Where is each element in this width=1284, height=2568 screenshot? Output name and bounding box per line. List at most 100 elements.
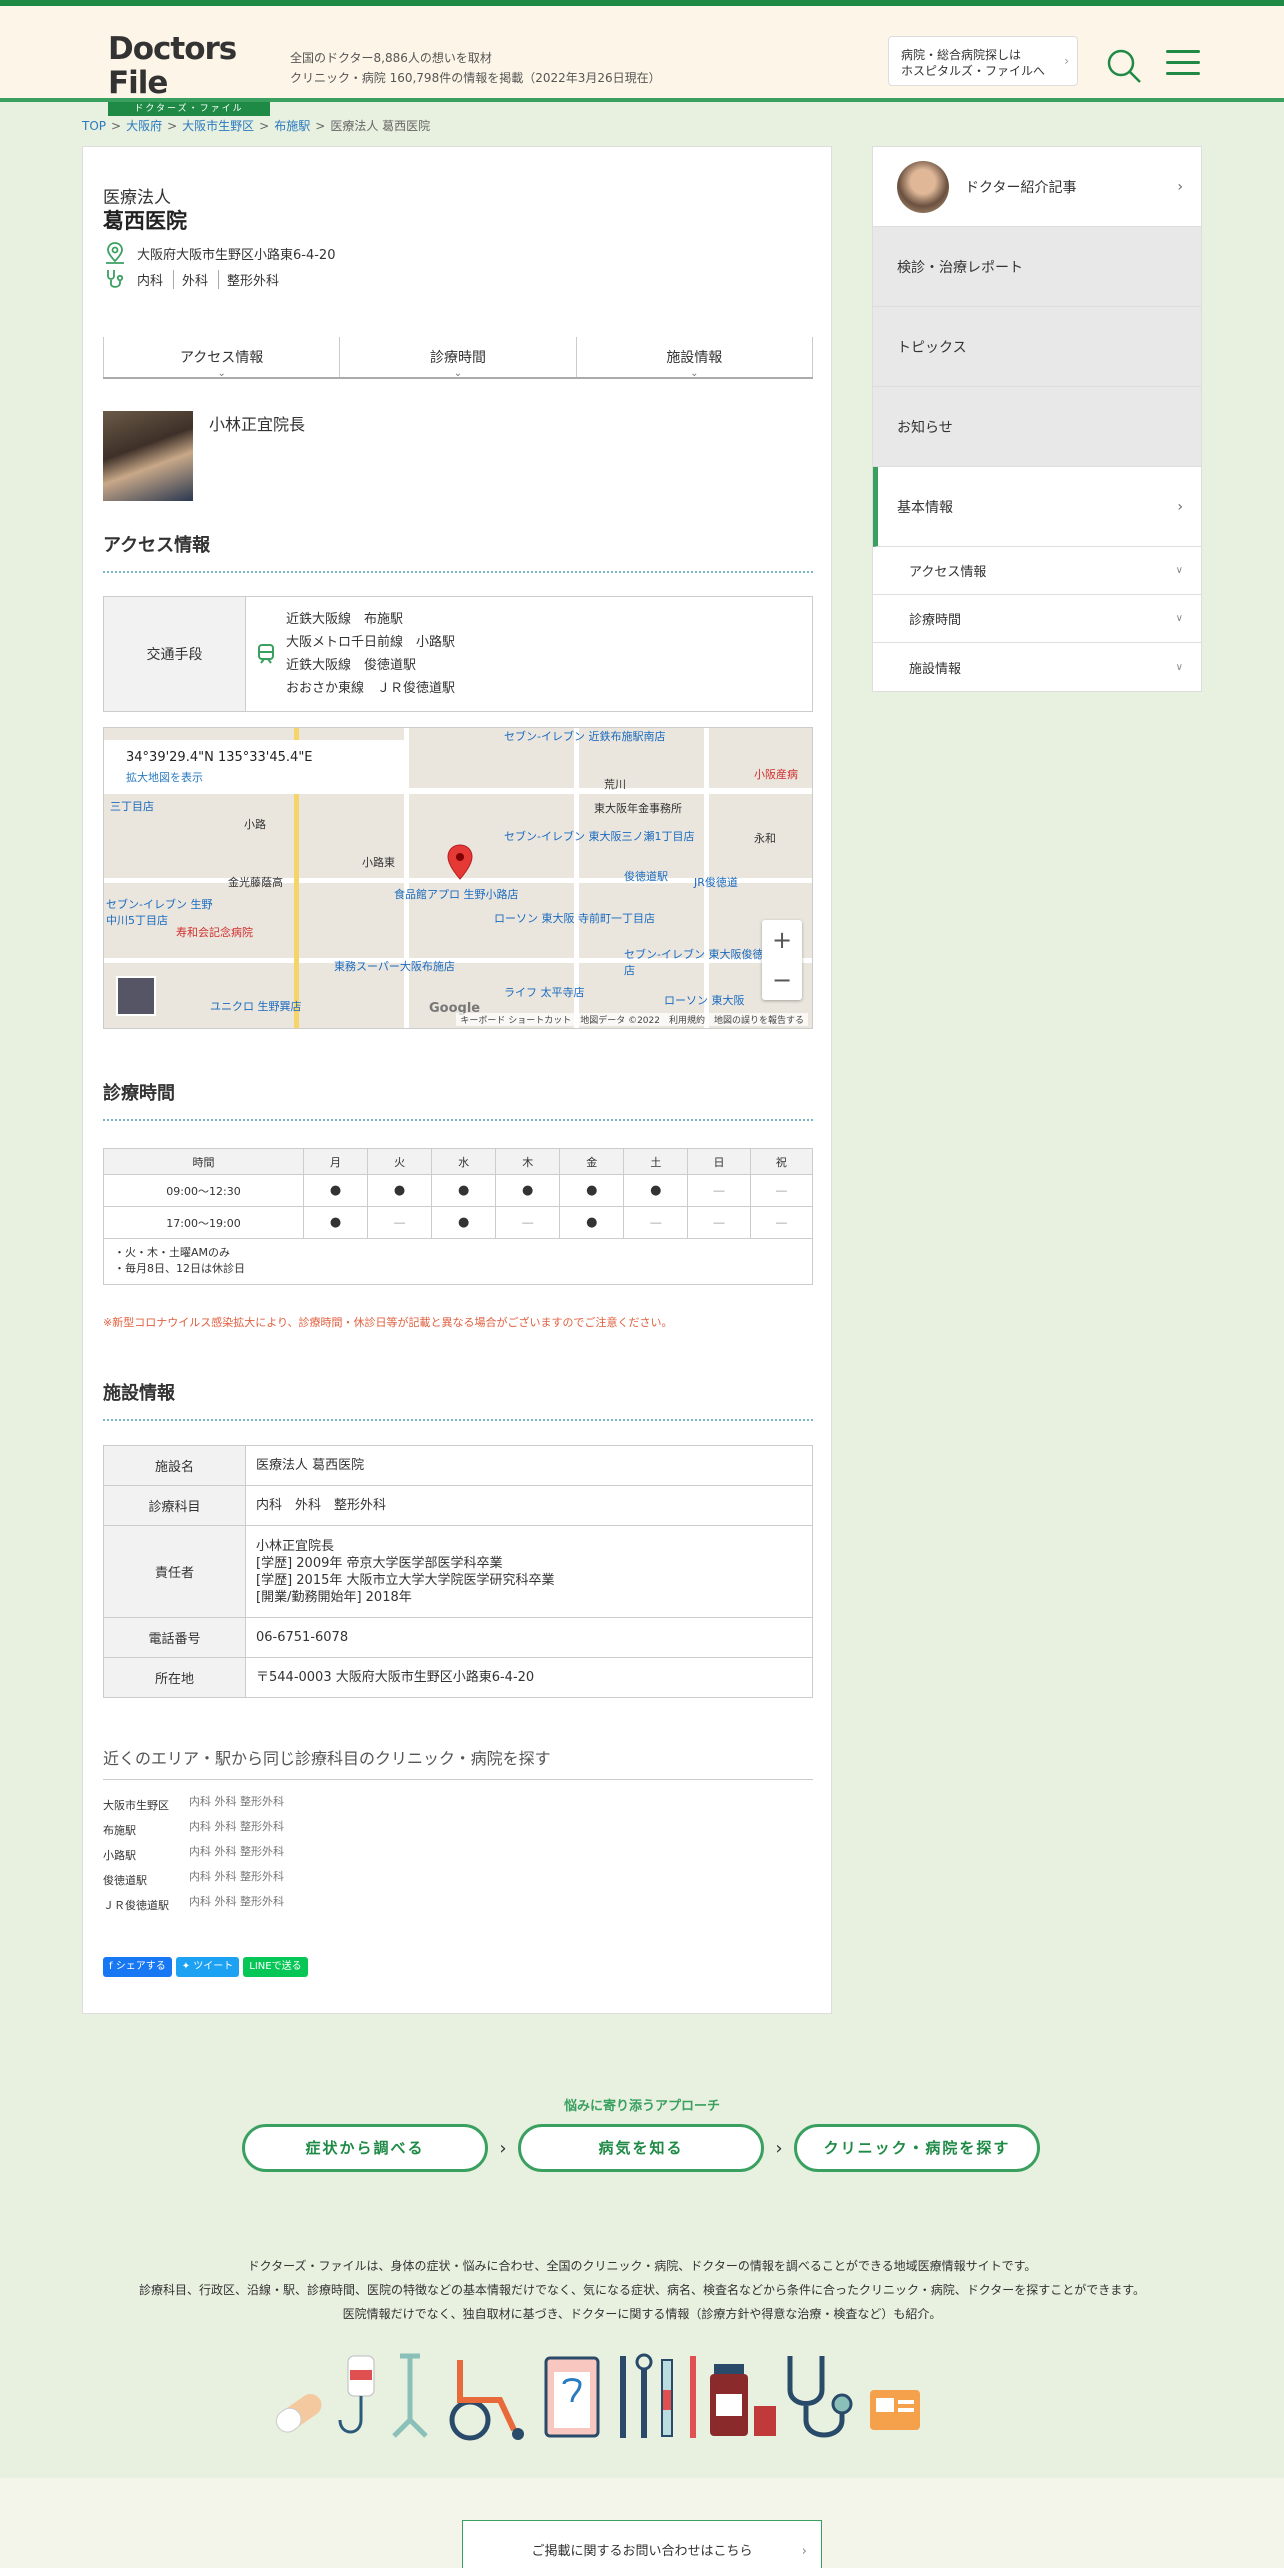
facility-row: 責任者 小林正宜院長 [学歴] 2009年 帝京大学医学部医学科卒業 [学歴] … (103, 1525, 813, 1618)
learn-disease-button[interactable]: 病気を知る (518, 2124, 764, 2172)
hours-cell: 17:00〜19:00 (103, 1206, 304, 1239)
sidebar-sub-hours[interactable]: 診療時間 ∨ (873, 595, 1201, 643)
breadcrumb-top[interactable]: TOP (82, 119, 106, 133)
facility-value: 内科 外科 整形外科 (245, 1485, 813, 1526)
map-place-label: ローソン 東大阪 寺前町一丁目店 (494, 912, 655, 925)
hours-section-title: 診療時間 (103, 1079, 813, 1121)
sidebar-item-doctor-article[interactable]: ドクター紹介記事 › (873, 147, 1201, 227)
map-place-label: 小阪産病 (754, 768, 798, 781)
google-map[interactable]: セブン-イレブン 近鉄布施駅南店 荒川 小阪産病 東大阪年金事務所 永和 セブン… (103, 727, 813, 1029)
chevron-down-icon: ⌄ (217, 368, 226, 379)
department-tag[interactable]: 内科 (137, 269, 175, 289)
pill-icon (276, 2393, 322, 2433)
tool-icons (620, 2353, 696, 2438)
breadcrumb-ward[interactable]: 大阪市生野区 (182, 119, 254, 133)
nearby-dept-links[interactable]: 内科 外科 整形外科 (189, 1893, 284, 1918)
contact-link-button[interactable]: ご掲載に関するお問い合わせはこちら › (462, 2520, 822, 2568)
department-tag[interactable]: 外科 (182, 269, 220, 289)
nearby-row: ＪＲ俊徳道駅 内科 外科 整形外科 (103, 1893, 284, 1918)
hours-header-cell: 祝 (749, 1148, 814, 1175)
chevron-down-icon: ∨ (1175, 661, 1183, 673)
facility-row: 電話番号 06-6751-6078 (103, 1617, 813, 1658)
hours-cell: ― (687, 1174, 751, 1207)
chevron-right-icon: › (1177, 498, 1183, 515)
hours-cell: ― (495, 1206, 561, 1239)
sidebar-sub-access[interactable]: アクセス情報 ∨ (873, 547, 1201, 595)
hours-header-row: 時間 月 火 水 木 金 土 日 祝 (103, 1148, 814, 1175)
facility-line: [開業/勤務開始年] 2018年 (256, 1589, 412, 1605)
nearby-dept-links[interactable]: 内科 外科 整形外科 (189, 1868, 284, 1893)
breadcrumb-station[interactable]: 布施駅 (274, 119, 310, 133)
hours-cell: ● (431, 1174, 497, 1207)
facility-value: 06-6751-6078 (245, 1617, 813, 1658)
sidebar-sub-facility[interactable]: 施設情報 ∨ (873, 643, 1201, 691)
doctor-photo[interactable] (103, 411, 193, 501)
tab-access-label: アクセス情報 (180, 350, 264, 366)
header-desc-line2: クリニック・病院 160,798件の情報を掲載（2022年3月26日現在） (290, 71, 661, 85)
facility-row: 施設名 医療法人 葛西医院 (103, 1445, 813, 1486)
nearby-dept-links[interactable]: 内科 外科 整形外科 (189, 1818, 284, 1843)
zoom-in-button[interactable]: + (762, 920, 802, 960)
hours-header-cell: 土 (623, 1148, 689, 1175)
section-tabs: アクセス情報 ⌄ 診療時間 ⌄ 施設情報 ⌄ (103, 337, 813, 379)
hospitals-file-link[interactable]: 病院・総合病院探しは ホスピタルズ・ファイルへ › (888, 36, 1078, 86)
breadcrumb: TOP > 大阪府 > 大阪市生野区 > 布施駅 > 医療法人 葛西医院 (82, 119, 431, 133)
facebook-share-button[interactable]: f シェアする (103, 1957, 172, 1977)
chevron-right-icon: › (1064, 54, 1069, 68)
hosp-btn-line1: 病院・総合病院探しは (901, 48, 1022, 62)
sidebar-item-label: 検診・治療レポート (897, 259, 1023, 276)
streetview-thumbnail[interactable] (116, 976, 156, 1016)
site-logo[interactable]: Doctors File ドクターズ・ファイル (108, 32, 270, 116)
sidebar-item-label: トピックス (897, 339, 967, 356)
map-footer[interactable]: キーボード ショートカット 地図データ ©2022 利用規約 地図の誤りを報告す… (456, 1013, 808, 1026)
access-table: 交通手段 近鉄大阪線 布施駅 大阪メトロ千日前線 小路駅 近鉄大阪線 俊徳道駅 … (103, 596, 813, 712)
chevron-down-icon: ∨ (1175, 565, 1183, 576)
about-line: ドクターズ・ファイルは、身体の症状・悩みに合わせ、全国のクリニック・病院、ドクタ… (247, 2259, 1037, 2273)
doctor-name[interactable]: 小林正宜院長 (209, 411, 305, 435)
sidebar-item-label: ドクター紹介記事 (965, 179, 1077, 196)
facility-label: 診療科目 (103, 1485, 246, 1526)
hours-cell: ● (302, 1206, 369, 1239)
clinic-address-row: 大阪府大阪市生野区小路東6-4-20 (103, 241, 335, 265)
map-coordinates: 34°39'29.4"N 135°33'45.4"E (126, 750, 313, 765)
map-place-label: 小路東 (362, 856, 395, 869)
facility-table: 施設名 医療法人 葛西医院 診療科目 内科 外科 整形外科 責任者 小林正宜院長… (103, 1445, 813, 1698)
line-share-button[interactable]: LINEで送る (243, 1957, 308, 1977)
hours-cell: ― (623, 1206, 689, 1239)
nearby-dept-links[interactable]: 内科 外科 整形外科 (189, 1793, 284, 1818)
iv-drip-icon (338, 2355, 375, 2434)
facility-row: 診療科目 内科 外科 整形外科 (103, 1485, 813, 1526)
nearby-area: 布施駅 (103, 1824, 136, 1837)
site-about: ドクターズ・ファイルは、身体の症状・悩みに合わせ、全国のクリニック・病院、ドクタ… (0, 2254, 1284, 2326)
train-icon (258, 644, 274, 664)
chevron-down-icon: ⌄ (453, 368, 463, 379)
clinic-address: 大阪府大阪市生野区小路東6-4-20 (137, 247, 336, 263)
map-enlarge-link[interactable]: 拡大地図を表示 (126, 771, 203, 784)
tab-facility[interactable]: 施設情報 ⌄ (575, 337, 813, 379)
twitter-share-button[interactable]: ✦ ツイート (175, 1957, 240, 1977)
breadcrumb-prefecture[interactable]: 大阪府 (126, 119, 162, 133)
arrow-right-icon: › (775, 2137, 783, 2159)
hours-header-cell: 水 (431, 1148, 497, 1175)
department-tag[interactable]: 整形外科 (227, 270, 289, 289)
nearby-dept-links[interactable]: 内科 外科 整形外科 (189, 1843, 284, 1868)
tab-hours[interactable]: 診療時間 ⌄ (339, 337, 575, 379)
search-icon[interactable] (1104, 46, 1144, 86)
arrow-right-icon: › (499, 2137, 507, 2159)
tab-access[interactable]: アクセス情報 ⌄ (103, 337, 339, 379)
stethoscope-icon (107, 270, 124, 288)
wheelchair-icon (449, 2360, 524, 2441)
hours-header-cell: 日 (687, 1148, 751, 1175)
sidebar-item-basic-info[interactable]: 基本情報 › (873, 467, 1201, 547)
nearby-area: 大阪市生野区 (103, 1799, 169, 1812)
facility-section-title: 施設情報 (103, 1379, 813, 1421)
hours-cell: ● (623, 1174, 689, 1207)
hamburger-menu-icon[interactable] (1166, 50, 1200, 80)
find-clinic-button[interactable]: クリニック・病院を探す (794, 2124, 1040, 2172)
sidebar-item-reports: 検診・治療レポート (873, 227, 1201, 307)
sidebar-nav: ドクター紹介記事 › 検診・治療レポート トピックス お知らせ 基本情報 › ア… (872, 146, 1202, 692)
facility-line: 小林正宜院長 (256, 1538, 335, 1554)
zoom-out-button[interactable]: − (762, 960, 802, 1000)
map-place-label: JR俊徳道 (694, 876, 738, 889)
search-by-symptom-button[interactable]: 症状から調べる (242, 2124, 488, 2172)
